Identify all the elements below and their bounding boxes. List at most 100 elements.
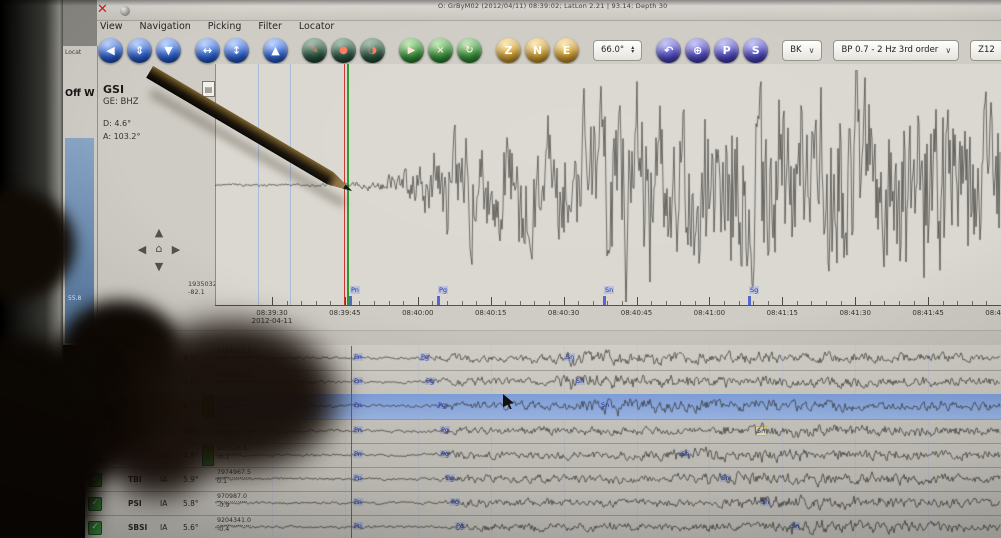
component-dropdown-value: Z12 bbox=[978, 45, 995, 55]
close-icon[interactable]: ✕ bbox=[97, 2, 108, 17]
phase-label-pn[interactable]: Pn bbox=[350, 286, 360, 294]
stretch-time-button[interactable]: ↔ bbox=[195, 38, 220, 63]
axis-tick bbox=[709, 297, 710, 305]
axis-minor-tick bbox=[607, 301, 608, 305]
axis-minor-tick bbox=[593, 301, 594, 305]
trace-canvas[interactable] bbox=[215, 419, 1001, 443]
zoom-vertical-button[interactable]: ⇕ bbox=[127, 38, 152, 63]
axis-minor-tick bbox=[578, 301, 579, 305]
toolbar-group: ↔↕ bbox=[195, 38, 249, 63]
axis-minor-tick bbox=[359, 301, 360, 305]
toolbar-group: ✎●◑ bbox=[302, 38, 385, 63]
phase-label-sn[interactable]: Sn bbox=[604, 286, 614, 294]
toolbar-group: ◀⇕▼ bbox=[98, 38, 181, 63]
trace-canvas[interactable] bbox=[215, 491, 1001, 515]
monitor-corner bbox=[63, 0, 97, 46]
stretch-amplitude-button[interactable]: ↕ bbox=[224, 38, 249, 63]
axis-tick bbox=[928, 297, 929, 305]
pan-left-arrow-button[interactable]: ◀ bbox=[134, 241, 150, 257]
axis-tick bbox=[637, 297, 638, 305]
row-station: SBSI bbox=[128, 523, 147, 532]
axis-minor-tick bbox=[841, 301, 842, 305]
axis-minor-tick bbox=[826, 301, 827, 305]
axis-minor-tick bbox=[549, 301, 550, 305]
axis-tick-label: 08:41:45 bbox=[912, 309, 943, 317]
menu-navigation[interactable]: Navigation bbox=[140, 21, 191, 32]
menu-bar: View Navigation Picking Filter Locator bbox=[100, 21, 334, 32]
rotation-spinner[interactable]: 66.0°▴▾ bbox=[593, 40, 642, 61]
axis-minor-tick bbox=[287, 301, 288, 305]
axis-minor-tick bbox=[374, 301, 375, 305]
time-axis-line bbox=[215, 305, 1001, 306]
axis-minor-tick bbox=[972, 301, 973, 305]
menu-view[interactable]: View bbox=[100, 21, 123, 32]
axis-tick-label: 08:39:45 bbox=[329, 309, 360, 317]
axis-tick bbox=[418, 297, 419, 305]
axis-minor-tick bbox=[753, 301, 754, 305]
apply-button[interactable]: ▶ bbox=[399, 38, 424, 63]
pan-right-arrow-button[interactable]: ▶ bbox=[168, 241, 184, 257]
menu-locator[interactable]: Locator bbox=[299, 21, 334, 32]
component-z-button[interactable]: Z bbox=[496, 38, 521, 63]
component-e-button[interactable]: E bbox=[554, 38, 579, 63]
axis-minor-tick bbox=[811, 301, 812, 305]
phase-label-sg[interactable]: Sg bbox=[749, 286, 759, 294]
axis-tick bbox=[855, 297, 856, 305]
pan-down-button[interactable]: ▼ bbox=[156, 38, 181, 63]
axis-tick bbox=[272, 297, 273, 305]
network-dropdown[interactable]: BK∨ bbox=[782, 40, 822, 61]
axis-minor-tick bbox=[301, 301, 302, 305]
remove-pick-button[interactable]: ● bbox=[331, 38, 356, 63]
axis-minor-tick bbox=[680, 301, 681, 305]
collapse-panel-button[interactable]: ▤ bbox=[202, 81, 215, 97]
zoom-reset-button[interactable]: ▲ bbox=[263, 38, 288, 63]
axis-tick-label: 08:40:00 bbox=[402, 309, 433, 317]
axis-minor-tick bbox=[651, 301, 652, 305]
locate-globe-button[interactable]: ⊕ bbox=[685, 38, 710, 63]
network-dropdown-value: BK bbox=[790, 45, 801, 55]
p-align-line bbox=[351, 346, 352, 538]
main-trace-canvas[interactable] bbox=[215, 70, 1001, 302]
axis-tick bbox=[345, 297, 346, 305]
filter-dropdown[interactable]: BP 0.7 - 2 Hz 3rd order ∨ bbox=[833, 40, 959, 61]
trace-canvas[interactable] bbox=[215, 467, 1001, 491]
pick-phase-button[interactable]: ✎ bbox=[302, 38, 327, 63]
axis-tick-label: 08:40:45 bbox=[621, 309, 652, 317]
undo-button[interactable]: ↶ bbox=[656, 38, 681, 63]
chevron-down-icon: ∨ bbox=[945, 46, 951, 55]
trace-canvas[interactable] bbox=[215, 346, 1001, 370]
toolbar-group: ZNE bbox=[496, 38, 579, 63]
pan-up-arrow-button[interactable]: ▲ bbox=[151, 224, 167, 240]
axis-minor-tick bbox=[914, 301, 915, 305]
axis-minor-tick bbox=[447, 301, 448, 305]
phase-p-button[interactable]: P bbox=[714, 38, 739, 63]
row-station: PSI bbox=[128, 499, 142, 508]
pan-left-button[interactable]: ◀ bbox=[98, 38, 123, 63]
toggle-pick-button[interactable]: ◑ bbox=[360, 38, 385, 63]
phase-axis-tick bbox=[437, 296, 440, 305]
component-n-button[interactable]: N bbox=[525, 38, 550, 63]
background-window-title: Locat bbox=[65, 49, 81, 56]
spinner-arrows-icon[interactable]: ▴▾ bbox=[631, 46, 634, 55]
filter-dropdown-value: BP 0.7 - 2 Hz 3rd order bbox=[841, 45, 938, 55]
axis-minor-tick bbox=[884, 301, 885, 305]
home-button[interactable]: ⌂ bbox=[151, 240, 167, 256]
station-azimuth: A: 103.2° bbox=[103, 132, 140, 141]
clear-button[interactable]: × bbox=[428, 38, 453, 63]
phase-axis-tick bbox=[349, 296, 352, 305]
row-network: IA bbox=[160, 499, 167, 508]
row-distance: 5.8° bbox=[183, 499, 199, 508]
phase-s-button[interactable]: S bbox=[743, 38, 768, 63]
menu-picking[interactable]: Picking bbox=[208, 21, 242, 32]
axis-tick bbox=[782, 297, 783, 305]
axis-minor-tick bbox=[476, 301, 477, 305]
axis-minor-tick bbox=[534, 301, 535, 305]
pan-down-arrow-button[interactable]: ▼ bbox=[151, 258, 167, 274]
refresh-button[interactable]: ↻ bbox=[457, 38, 482, 63]
axis-minor-tick bbox=[462, 301, 463, 305]
phase-label-pg[interactable]: Pg bbox=[438, 286, 448, 294]
trace-canvas[interactable] bbox=[215, 515, 1001, 538]
component-dropdown[interactable]: Z12∨ bbox=[970, 40, 1001, 61]
trace-canvas[interactable] bbox=[215, 443, 1001, 467]
menu-filter[interactable]: Filter bbox=[258, 21, 282, 32]
